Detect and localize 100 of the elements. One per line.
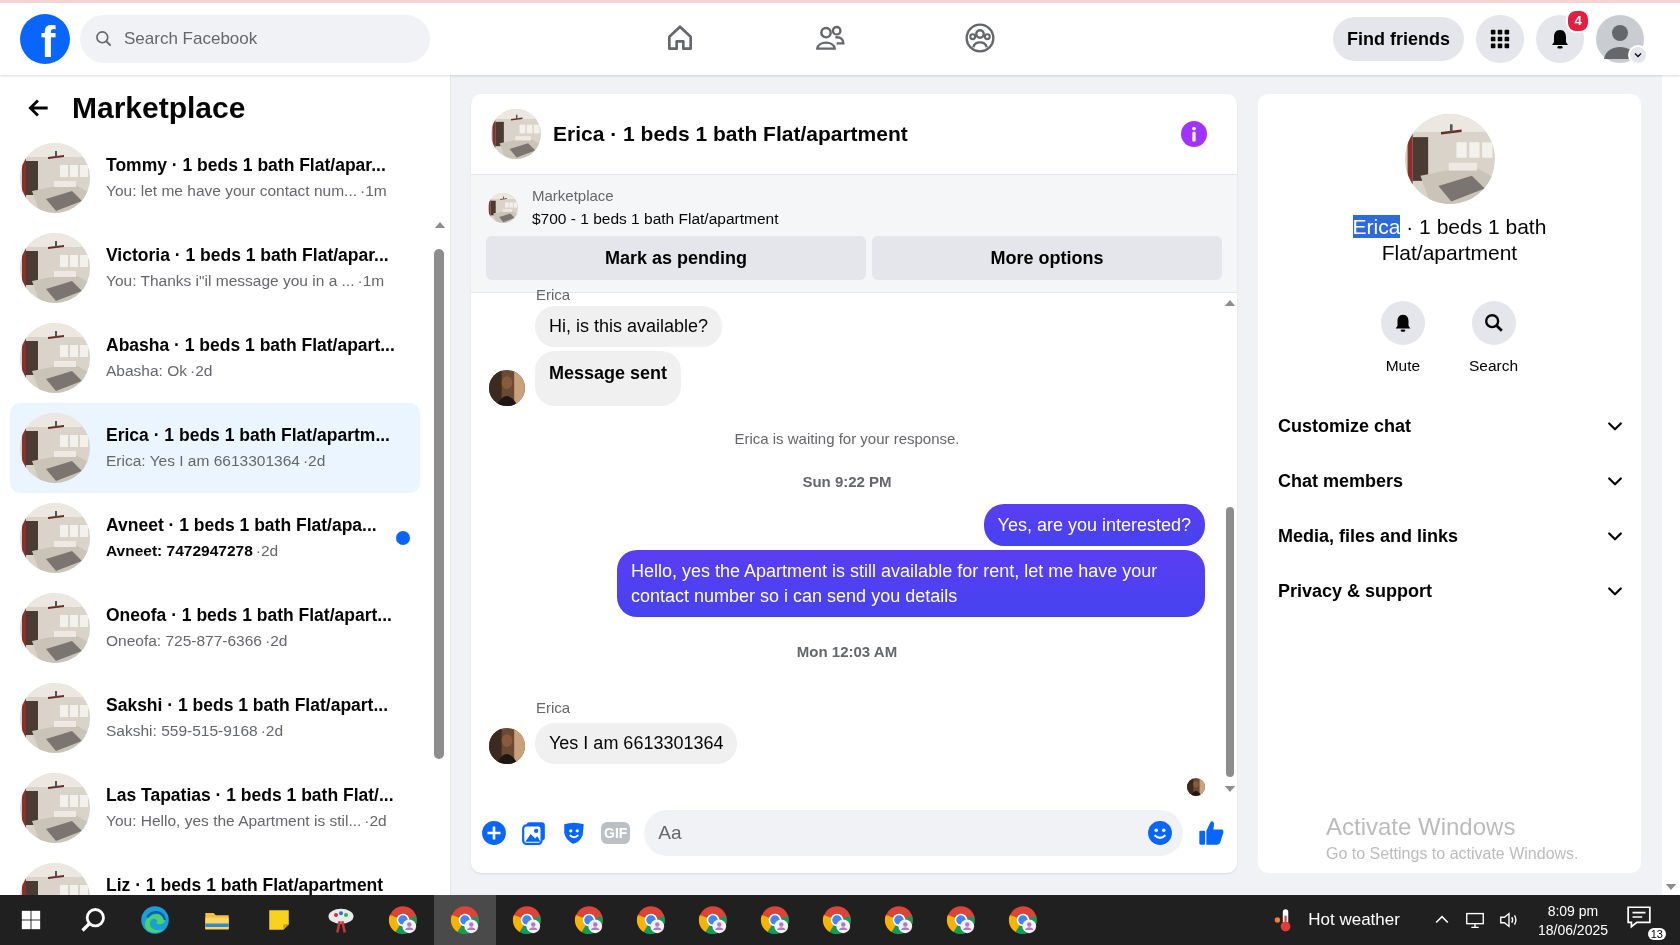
message-time: ·2d [302,452,326,470]
browser-icon [636,905,666,935]
photo-button[interactable] [521,820,547,846]
activation-notice-text: Go to Settings to activate Windows. [1326,845,1579,863]
message-time: ·2d [255,542,279,560]
listing-action-button[interactable]: More options [872,236,1222,280]
conversation-item[interactable]: Sakshi · 1 beds 1 bath Flat/apart... Sakshi: 559-515-9168 ·2d [10,673,420,763]
page-title: Marketplace [72,91,246,125]
image-icon [521,820,547,846]
browser-icon [822,905,852,935]
conversation-title: Liz · 1 beds 1 bath Flat/apartment [106,875,385,895]
message-preview: You: let me have your contact num... [106,182,357,200]
message-time: ·2d [190,362,213,380]
browser-icon [512,905,542,935]
emoji-icon [1147,820,1173,846]
message-bubble: Yes, are you interested? [983,504,1205,547]
conversation-title: Tommy · 1 beds 1 bath Flat/apar... [106,155,387,176]
conversation-item[interactable]: Las Tapatias · 1 beds 1 bath Flat/... You: Hello, yes the Apartment is stil... ·2d [10,763,420,853]
scrollbar-thumb[interactable] [434,249,444,759]
caret-icon [1633,50,1643,60]
weather-label[interactable]: Hot weather [1308,910,1400,930]
message-preview: Oneofa: 725-877-6366 [106,632,262,650]
message-bubble: Hi, is this available? [535,306,723,347]
notification-count: 13 [1647,928,1666,940]
conversation-title: Avneet · 1 beds 1 bath Flat/apa... [106,515,378,536]
scrollbar-thumb[interactable] [1226,507,1234,777]
clock-time: 8:09 pm [1547,902,1599,919]
find-friends-button[interactable]: Find friends [1333,17,1464,61]
sender-name: Erica [536,287,572,302]
info-button[interactable] [1181,121,1207,147]
message-field[interactable]: Aa [644,810,1183,856]
message-preview: You: Hello, yes the Apartment is stil... [106,812,362,830]
scroll-up-icon [434,221,446,229]
search-icon [94,29,114,49]
search-icon [1482,311,1505,334]
message-icon [1626,904,1652,930]
message-preview: Erica: Yes I am 6613301364 [106,452,300,470]
scroll-down-icon [1665,883,1677,891]
conversation-title: Erica · 1 beds 1 bath Flat/apartment [1351,214,1548,267]
info-icon [1181,121,1207,147]
message-bubble: Hello, yes the Apartment is still available for rent, let me have your contact number so i can send you details [617,550,1205,617]
conversation-item[interactable]: Tommy · 1 beds 1 bath Flat/apar... You: let me have your contact num... ·1m [10,133,420,223]
profile-button[interactable] [1596,15,1644,63]
status-notice: Erica is waiting for your response. [733,430,961,447]
conversation-title: Sakshi · 1 beds 1 bath Flat/apart... [106,695,390,716]
grid-icon [1489,28,1511,50]
sticker-button[interactable] [561,820,587,846]
conversation-title: Oneofa · 1 beds 1 bath Flat/apart... [106,605,393,626]
plus-icon [481,820,507,846]
listing-action-button[interactable]: Mark as pending [486,236,866,280]
conversation-title: Erica · 1 beds 1 bath Flat/apartm... [106,425,391,446]
add-button[interactable] [481,820,507,846]
conversation-item[interactable]: Erica · 1 beds 1 bath Flat/apartm... Erica: Yes I am 6613301364 ·2d [10,403,420,493]
section-header[interactable]: Customize chat [1278,398,1625,454]
clock-date: 18/06/2025 [1537,921,1608,938]
groups-icon [964,21,996,54]
menu-button[interactable] [1476,15,1524,63]
browser-icon [388,905,418,935]
thumbs-up-icon [1197,819,1225,847]
sticker-icon [561,820,587,846]
notification-badge: 4 [1566,9,1590,33]
conversation-title: Victoria · 1 beds 1 bath Flat/apar... [106,245,390,266]
conversation-title: Abasha · 1 beds 1 bath Flat/apart... [106,335,396,356]
like-button[interactable] [1197,819,1225,847]
unread-dot [396,531,410,545]
message-preview: Sakshi: 559-515-9168 [106,722,258,740]
message-preview: You: Thanks i"il message you in a ... [106,272,355,290]
facebook-logo[interactable]: f [20,14,70,64]
windows-icon [20,909,42,931]
conversation-item[interactable]: Victoria · 1 beds 1 bath Flat/apar... You: Thanks i"il message you in a ... ·1m [10,223,420,313]
conversation-item[interactable]: Abasha · 1 beds 1 bath Flat/apart... Abasha: Ok ·2d [10,313,420,403]
edge-icon [140,905,170,935]
browser-icon [760,905,790,935]
section-header[interactable]: Media, files and links [1278,508,1625,564]
listing-summary: $700 - 1 beds 1 bath Flat/apartment [532,210,779,228]
scroll-down-icon [1224,785,1236,793]
notification-center-button[interactable]: 13 [1620,900,1666,940]
timestamp: Mon 12:03 AM [795,642,899,660]
message-bubble: Yes I am 6613301364 [535,722,738,764]
search-icon [79,906,107,934]
browser-icon [698,905,728,935]
browser-icon [884,905,914,935]
conversation-item[interactable]: Avneet · 1 beds 1 bath Flat/apa... Avneet: 7472947278 ·2d [10,493,420,583]
message-time: ·1m [357,272,385,290]
browser-icon [946,905,976,935]
sender-name: Erica [536,699,572,715]
section-header[interactable]: Privacy & support [1278,563,1625,619]
scroll-up-icon [1224,299,1236,307]
message-time: ·2d [260,722,284,740]
taskbar-app[interactable] [434,895,496,945]
conversation-item[interactable]: Oneofa · 1 beds 1 bath Flat/apart... Oneofa: 725-877-6366 ·2d [10,583,420,673]
section-header[interactable]: Chat members [1278,453,1625,509]
sticky-note-icon [266,907,292,933]
message-time: ·2d [265,632,288,650]
browser-icon [1008,905,1038,935]
message-bubble: Message sent [535,351,682,406]
message-time: ·1m [360,182,387,200]
message-preview: Avneet: 7472947278 [106,542,253,560]
search-field[interactable]: Search Facebook [80,15,430,63]
message-time: ·2d [364,812,387,830]
